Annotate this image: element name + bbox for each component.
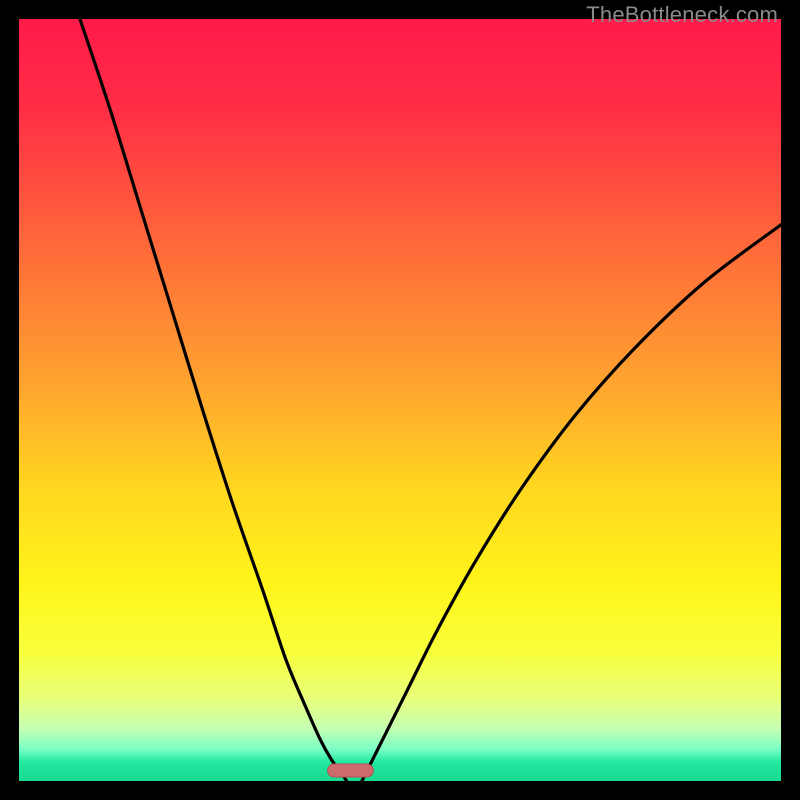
bottleneck-chart: [19, 19, 781, 781]
gradient-background: [19, 19, 781, 781]
watermark-label: TheBottleneck.com: [586, 2, 778, 28]
chart-frame: [19, 19, 781, 781]
optimal-range-marker: [328, 764, 374, 777]
